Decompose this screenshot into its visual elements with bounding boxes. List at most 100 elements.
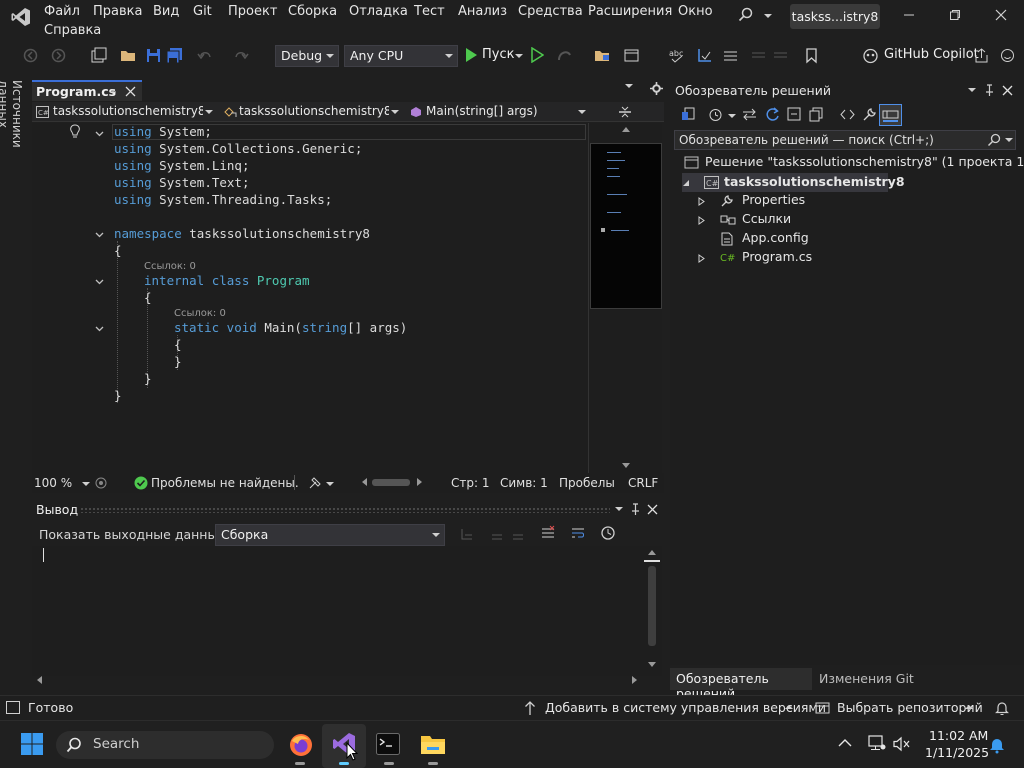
visual-studio-logo-icon[interactable] [10, 6, 32, 28]
collapse-all-icon[interactable] [787, 107, 802, 122]
issues-status[interactable]: Проблемы не найдены. [151, 476, 299, 490]
nav-member-combo[interactable]: Main(string[] args) [426, 104, 576, 122]
tree-item-project[interactable]: C# taskssolutionschemistry8 [682, 173, 905, 192]
output-hscroll-right-icon[interactable] [632, 676, 637, 684]
collapsed-chevron-icon[interactable] [698, 254, 706, 263]
find-message-icon[interactable] [511, 527, 525, 541]
configuration-combo[interactable]: Debug [275, 45, 339, 67]
open-folder-icon[interactable] [120, 47, 137, 64]
redo-icon[interactable] [232, 47, 249, 64]
copilot-button[interactable]: GitHub Copilot [884, 47, 979, 62]
menu-extensions[interactable]: Расширения [588, 4, 672, 19]
output-text-area[interactable] [32, 546, 662, 684]
switch-views-icon[interactable] [681, 107, 696, 122]
menu-file[interactable]: Файл [44, 4, 80, 19]
hscroll-right-arrow-icon[interactable] [417, 478, 422, 486]
menu-project[interactable]: Проект [228, 4, 277, 19]
data-sources-tab[interactable]: Источники данных [0, 80, 24, 190]
spell-check-icon[interactable]: abc [668, 47, 685, 64]
tab-list-chevron-icon[interactable] [625, 84, 633, 88]
editor-settings-gear-icon[interactable] [650, 82, 663, 95]
show-all-files-icon[interactable] [809, 107, 824, 122]
references-codelens[interactable]: Ссылок: 0 [174, 308, 226, 319]
horizontal-scroll-thumb[interactable] [372, 479, 410, 486]
fold-chevron-icon[interactable] [95, 277, 104, 286]
whitespace-indicator[interactable]: Пробелы [559, 476, 615, 490]
notifications-bell-icon[interactable] [995, 700, 1009, 716]
pin-icon[interactable] [984, 84, 995, 97]
pending-changes-filter-icon[interactable] [708, 107, 723, 122]
solution-search-input[interactable]: Обозреватель решений — поиск (Ctrl+;) [674, 130, 1016, 150]
save-icon[interactable] [145, 47, 162, 64]
network-ethernet-icon[interactable] [868, 735, 886, 751]
collapsed-chevron-icon[interactable] [698, 216, 706, 225]
intellicode-icon[interactable] [94, 476, 108, 490]
line-ending-indicator[interactable]: CRLF [628, 476, 658, 490]
output-scroll-thumb[interactable] [648, 566, 656, 646]
close-window-icon[interactable] [995, 9, 1007, 21]
taskbar-visual-studio-button[interactable] [322, 724, 366, 768]
hscroll-left-arrow-icon[interactable] [362, 478, 367, 486]
preview-selected-items-button[interactable] [879, 104, 902, 126]
sync-active-document-icon[interactable] [742, 107, 757, 122]
feedback-icon[interactable] [999, 47, 1016, 64]
tab-solution-explorer[interactable]: Обозреватель решений [670, 668, 812, 701]
menu-tools[interactable]: Средства [518, 4, 583, 19]
document-tab-program-cs[interactable]: Program.cs [32, 80, 142, 101]
zoom-chevron-icon[interactable] [82, 482, 90, 486]
minimize-icon[interactable] [903, 9, 915, 21]
fold-chevron-icon[interactable] [95, 230, 104, 239]
properties-wrench-icon[interactable] [862, 107, 877, 122]
menu-git[interactable]: Git [193, 4, 212, 19]
pin-icon[interactable] [630, 503, 641, 516]
code-cleanup-icon[interactable] [308, 476, 322, 490]
timestamp-clock-icon[interactable] [600, 525, 616, 541]
nav-member-chevron-icon[interactable] [578, 110, 586, 114]
volume-muted-icon[interactable] [893, 736, 911, 752]
arrow-up-icon[interactable] [524, 700, 536, 716]
clear-all-icon[interactable] [540, 525, 556, 541]
show-hidden-icons-chevron-icon[interactable] [838, 738, 852, 748]
code-editor[interactable]: using System; using System.Collections.G… [32, 123, 588, 473]
search-options-chevron-icon[interactable] [1005, 138, 1013, 142]
firefox-icon[interactable] [289, 733, 313, 757]
line-indicator[interactable]: Стр: 1 [451, 476, 489, 490]
fold-chevron-icon[interactable] [95, 324, 104, 333]
zoom-combo[interactable]: 100 % [34, 476, 72, 490]
nav-project-combo[interactable]: taskssolutionschemistry8 [53, 104, 203, 122]
menu-analyze[interactable]: Анализ [458, 4, 507, 19]
go-to-next-message-icon[interactable] [490, 527, 504, 541]
expanded-chevron-icon[interactable] [682, 179, 690, 187]
copilot-icon[interactable] [862, 47, 879, 64]
menu-window[interactable]: Окно [678, 4, 713, 19]
nav-class-chevron-icon[interactable] [391, 110, 399, 114]
platform-combo[interactable]: Any CPU [344, 45, 458, 67]
new-project-icon[interactable] [90, 47, 107, 64]
split-editor-icon[interactable] [618, 104, 632, 120]
tab-git-changes[interactable]: Изменения Git [812, 668, 922, 690]
menu-build[interactable]: Сборка [288, 4, 337, 19]
taskbar-search-input[interactable]: Search [56, 731, 274, 759]
select-repository-button[interactable]: Выбрать репозиторий [837, 700, 983, 715]
format-icon[interactable] [696, 47, 713, 64]
run-button[interactable]: Пуск [482, 47, 514, 62]
menu-view[interactable]: Вид [153, 4, 179, 19]
pin-icon[interactable] [108, 87, 118, 97]
nav-class-combo[interactable]: taskssolutionschemistry8.Pr [239, 104, 389, 122]
output-window-icon[interactable] [6, 701, 20, 714]
run-dropdown-chevron-icon[interactable] [515, 54, 523, 58]
uncomment-icon[interactable] [772, 47, 789, 64]
file-explorer-icon[interactable] [420, 733, 446, 755]
collapsed-chevron-icon[interactable] [698, 197, 706, 206]
menu-test[interactable]: Тест [414, 4, 445, 19]
output-scroll-down-icon[interactable] [648, 662, 656, 667]
taskbar-clock-date[interactable]: 1/11/2025 [925, 745, 989, 760]
lightbulb-icon[interactable] [69, 124, 81, 140]
scroll-up-arrow-icon[interactable] [622, 127, 630, 132]
nav-project-chevron-icon[interactable] [205, 110, 213, 114]
close-output-icon[interactable] [647, 504, 658, 515]
menu-help[interactable]: Справка [44, 23, 101, 38]
refresh-icon[interactable] [765, 107, 780, 122]
solution-name-badge[interactable]: taskss...istry8 [790, 4, 880, 29]
run-play-icon[interactable] [464, 47, 478, 63]
